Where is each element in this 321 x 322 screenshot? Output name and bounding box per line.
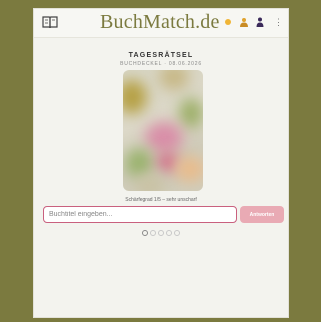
attempt-dot — [142, 230, 148, 236]
book-icon[interactable] — [42, 15, 58, 29]
stats-icon[interactable] — [239, 17, 249, 27]
blurred-book-cover — [123, 70, 203, 191]
app-title[interactable]: BuchMatch.de — [100, 11, 220, 34]
puzzle-subtitle: BUCHDECKEL · 08.06.2026 — [120, 61, 202, 67]
submit-answer-button[interactable]: Antworten — [240, 206, 284, 223]
puzzle-title: TAGESRÄTSEL — [128, 52, 194, 59]
attempt-dot — [174, 230, 180, 236]
sun-icon[interactable] — [225, 19, 231, 25]
attempt-dot — [158, 230, 164, 236]
attempt-dot — [166, 230, 172, 236]
attempt-dot — [150, 230, 156, 236]
menu-icon[interactable]: ⋮ — [274, 15, 283, 29]
attempt-indicators — [34, 230, 288, 236]
blur-level-caption: Schärfegrad 1/5 – sehr unscharf — [125, 197, 197, 203]
profile-icon[interactable] — [256, 17, 264, 27]
book-title-input[interactable] — [43, 206, 237, 223]
top-bar: BuchMatch.de ⋮ — [34, 9, 288, 38]
app-window: BuchMatch.de ⋮ TAGESRÄTSEL BUCHDECKEL · … — [33, 8, 289, 318]
